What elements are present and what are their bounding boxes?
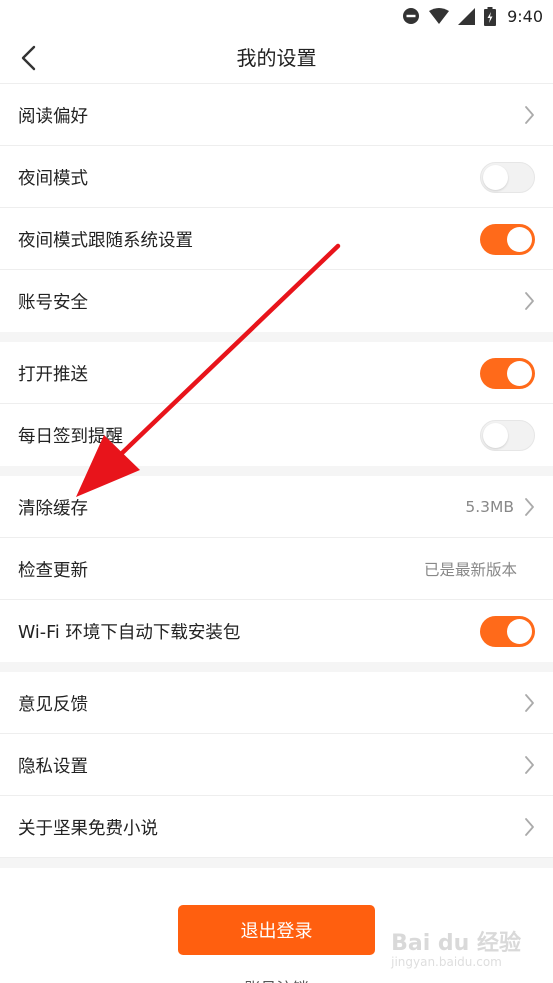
settings-row-value: 已是最新版本	[423, 561, 517, 579]
toggle-switch[interactable]	[480, 223, 535, 255]
chevron-right-icon	[525, 694, 534, 712]
toggle-knob	[507, 360, 532, 386]
settings-row[interactable]: 检查更新 已是最新版本	[0, 538, 553, 600]
settings-row[interactable]: 打开推送	[0, 342, 553, 404]
title-bar: 我的设置	[0, 32, 553, 84]
settings-row-label: 夜间模式	[18, 168, 88, 189]
toggle-knob	[507, 618, 532, 644]
cancel-account-link[interactable]: 账号注销	[0, 975, 553, 983]
signal-icon	[458, 7, 476, 25]
settings-row[interactable]: 每日签到提醒	[0, 404, 553, 466]
group-gap	[0, 858, 553, 868]
settings-row[interactable]: Wi-Fi 环境下自动下载安装包	[0, 600, 553, 662]
chevron-right-icon	[525, 756, 534, 774]
group-gap	[0, 466, 553, 476]
chevron-right-icon	[525, 818, 534, 836]
chevron-right-icon	[525, 292, 534, 310]
settings-row[interactable]: 夜间模式	[0, 146, 553, 208]
settings-row[interactable]: 阅读偏好	[0, 84, 553, 146]
logout-button[interactable]: 退出登录	[178, 905, 375, 955]
settings-row-label: 阅读偏好	[18, 106, 88, 127]
settings-list: 阅读偏好夜间模式夜间模式跟随系统设置 账号安全打开推送每日签到提醒 清除缓存 5.3M…	[0, 84, 553, 868]
toggle-knob	[507, 226, 532, 252]
settings-row[interactable]: 隐私设置	[0, 734, 553, 796]
settings-row-value: 5.3MB	[465, 498, 514, 516]
settings-row-label: 账号安全	[18, 292, 88, 313]
status-time: 9:40	[507, 6, 543, 26]
bottom-area: 退出登录 账号注销	[0, 868, 553, 983]
back-arrow-icon	[21, 45, 36, 71]
chevron-right-icon	[525, 106, 534, 124]
battery-icon	[484, 6, 497, 26]
chevron-right-icon	[525, 498, 534, 516]
settings-row[interactable]: 清除缓存 5.3MB	[0, 476, 553, 538]
settings-row[interactable]: 夜间模式跟随系统设置	[0, 208, 553, 270]
settings-row[interactable]: 意见反馈	[0, 672, 553, 734]
back-button[interactable]	[12, 42, 44, 74]
settings-row[interactable]: 关于坚果免费小说	[0, 796, 553, 858]
settings-row-label: Wi-Fi 环境下自动下载安装包	[18, 622, 241, 643]
settings-row[interactable]: 账号安全	[0, 270, 553, 332]
settings-group: 打开推送每日签到提醒	[0, 342, 553, 466]
toggle-switch[interactable]	[480, 357, 535, 389]
settings-group: 清除缓存 5.3MB 检查更新 已是最新版本 Wi-Fi 环境下自动下载安装包	[0, 476, 553, 662]
dnd-icon	[403, 8, 420, 24]
group-gap	[0, 332, 553, 342]
toggle-switch[interactable]	[480, 419, 535, 451]
settings-row-label: 清除缓存	[18, 498, 88, 519]
wifi-icon	[429, 8, 450, 24]
settings-row-label: 夜间模式跟随系统设置	[18, 230, 193, 251]
settings-group: 阅读偏好夜间模式夜间模式跟随系统设置 账号安全	[0, 84, 553, 332]
settings-group: 意见反馈隐私设置关于坚果免费小说	[0, 672, 553, 858]
toggle-switch[interactable]	[480, 615, 535, 647]
settings-row-label: 每日签到提醒	[18, 426, 123, 447]
settings-row-label: 打开推送	[18, 364, 88, 385]
settings-row-label: 意见反馈	[18, 694, 88, 715]
toggle-knob	[483, 164, 508, 190]
settings-row-label: 隐私设置	[18, 756, 88, 777]
settings-row-label: 检查更新	[18, 560, 88, 581]
page-title: 我的设置	[236, 46, 317, 70]
group-gap	[0, 662, 553, 672]
status-bar: 9:40	[0, 0, 553, 32]
toggle-switch[interactable]	[480, 161, 535, 193]
settings-row-label: 关于坚果免费小说	[18, 818, 158, 839]
toggle-knob	[483, 422, 508, 448]
